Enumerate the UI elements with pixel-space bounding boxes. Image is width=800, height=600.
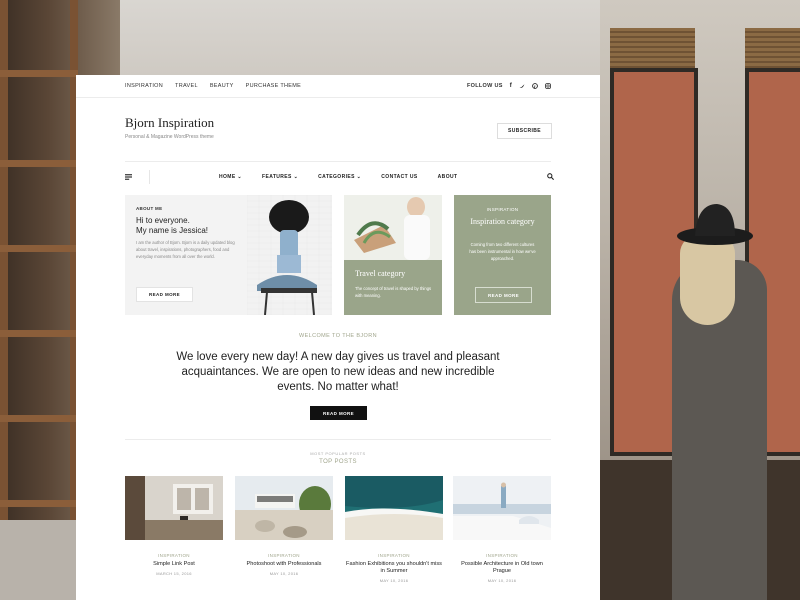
facebook-icon[interactable]: f [510, 83, 512, 89]
about-greeting: Hi to everyone. My name is Jessica! [136, 216, 209, 235]
top-posts-grid: INSPIRATION Simple Link Post MARCH 15, 2… [125, 476, 551, 596]
search-icon[interactable] [547, 173, 554, 180]
menu-icon[interactable] [125, 174, 132, 180]
header-divider [125, 161, 551, 162]
site-header: Bjorn Inspiration Personal & Magazine Wo… [76, 98, 600, 162]
post-thumbnail[interactable] [453, 476, 551, 540]
post-card[interactable]: INSPIRATION Simple Link Post MARCH 15, 2… [125, 476, 223, 576]
inspiration-read-more-button[interactable]: READ MORE [475, 287, 532, 303]
post-card[interactable]: INSPIRATION Photoshoot with Professional… [235, 476, 333, 576]
subscribe-button[interactable]: SUBSCRIBE [497, 123, 552, 139]
inspiration-card-text: Coming from two different cultures has b… [469, 242, 536, 262]
top-link-inspiration[interactable]: INSPIRATION [125, 83, 163, 89]
inspiration-card-label: INSPIRATION [486, 207, 519, 212]
post-date: MAY 10, 2016 [487, 578, 517, 583]
post-title[interactable]: Possible Architecture in Old town Prague [453, 561, 551, 575]
main-nav: HOME ⌄ FEATURES ⌄ CATEGORIES ⌄ CONTACT U… [125, 170, 554, 185]
chevron-down-icon: ⌄ [356, 174, 362, 180]
post-title[interactable]: Photoshoot with Professionals [235, 561, 333, 568]
travel-card[interactable]: Travel category The concept of travel is… [344, 195, 442, 315]
top-posts-heading: TOP POSTS [319, 459, 357, 465]
post-card[interactable]: INSPIRATION Possible Architecture in Old… [453, 476, 551, 583]
chevron-down-icon: ⌄ [293, 174, 299, 180]
post-date: MARCH 15, 2016 [156, 571, 192, 576]
inspiration-card-title[interactable]: Inspiration category [464, 217, 541, 227]
nav-items: HOME ⌄ FEATURES ⌄ CATEGORIES ⌄ CONTACT U… [219, 174, 457, 180]
top-link-travel[interactable]: TRAVEL [175, 83, 198, 89]
pinterest-icon[interactable] [532, 83, 538, 89]
post-thumbnail[interactable] [125, 476, 223, 540]
welcome-label: WELCOME TO THE BJORN [299, 333, 377, 339]
nav-item-contact-us[interactable]: CONTACT US [381, 174, 417, 180]
instagram-icon[interactable] [545, 83, 551, 89]
post-date: MAY 10, 2016 [269, 571, 299, 576]
featured-cards: ABOUT ME Hi to everyone. My name is Jess… [125, 195, 551, 315]
follow-label: FOLLOW US [466, 83, 503, 89]
travel-photo [344, 195, 442, 260]
hat-shape [677, 204, 753, 245]
top-bar: INSPIRATION TRAVEL BEAUTY PURCHASE THEME… [76, 75, 600, 98]
about-read-more-button[interactable]: READ MORE [136, 287, 193, 302]
nav-item-about[interactable]: ABOUT [438, 174, 458, 180]
twitter-icon[interactable] [519, 83, 525, 89]
website-page: INSPIRATION TRAVEL BEAUTY PURCHASE THEME… [76, 75, 600, 600]
top-posts-kicker: MOST POPULAR POSTS [310, 451, 366, 456]
post-date: MAY 10, 2016 [379, 578, 409, 583]
nav-item-features[interactable]: FEATURES ⌄ [262, 174, 298, 180]
travel-card-title[interactable]: Travel category [355, 269, 405, 278]
about-photo [247, 195, 332, 315]
about-card: ABOUT ME Hi to everyone. My name is Jess… [125, 195, 332, 315]
post-thumbnail[interactable] [235, 476, 333, 540]
about-label: ABOUT ME [136, 206, 163, 211]
post-category[interactable]: INSPIRATION [345, 553, 443, 558]
follow-us: FOLLOW US f [467, 83, 551, 89]
section-divider [125, 439, 551, 440]
site-tagline: Personal & Magazine WordPress theme [125, 134, 214, 140]
top-link-purchase-theme[interactable]: PURCHASE THEME [246, 83, 301, 89]
chevron-down-icon: ⌄ [237, 174, 242, 180]
travel-card-text: The concept of travel is shaped by thing… [355, 286, 432, 298]
post-category[interactable]: INSPIRATION [235, 553, 333, 558]
inspiration-card: INSPIRATION Inspiration category Coming … [454, 195, 551, 315]
top-links: INSPIRATION TRAVEL BEAUTY PURCHASE THEME [125, 83, 301, 89]
nav-item-home[interactable]: HOME ⌄ [219, 174, 242, 180]
welcome-read-more-button[interactable]: READ MORE [310, 406, 367, 420]
post-title[interactable]: Fashion Exhibitions you shouldn't miss i… [345, 561, 443, 575]
post-card[interactable]: INSPIRATION Fashion Exhibitions you shou… [345, 476, 443, 583]
top-link-beauty[interactable]: BEAUTY [210, 83, 234, 89]
post-category[interactable]: INSPIRATION [125, 553, 223, 558]
site-title[interactable]: Bjorn Inspiration [125, 115, 214, 131]
welcome-lead: We love every new day! A new day gives u… [176, 351, 500, 393]
post-thumbnail[interactable] [345, 476, 443, 540]
post-category[interactable]: INSPIRATION [453, 553, 551, 558]
nav-item-categories[interactable]: CATEGORIES ⌄ [318, 174, 361, 180]
post-title[interactable]: Simple Link Post [125, 561, 223, 568]
about-body: I am the author of Bjorn. Bjorn is a dai… [136, 240, 235, 260]
